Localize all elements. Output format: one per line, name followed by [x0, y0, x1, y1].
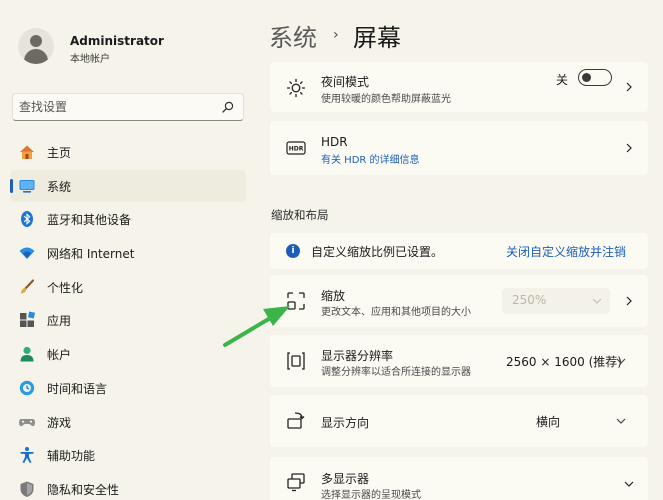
scale-dropdown[interactable]: 250%	[502, 288, 610, 314]
sidebar-item-label: 网络和 Internet	[47, 247, 135, 262]
info-message: 自定义缩放比例已设置。	[311, 245, 444, 259]
multiple-displays-card[interactable]: 多显示器 选择显示器的呈现模式	[270, 457, 648, 500]
scale-value: 250%	[512, 293, 547, 307]
chevron-down-icon	[616, 358, 626, 364]
section-heading: 缩放和布局	[271, 208, 329, 222]
orientation-value: 横向	[536, 415, 561, 429]
breadcrumb-parent[interactable]: 系统	[269, 18, 317, 53]
hdr-icon: HDR	[286, 141, 306, 155]
apps-icon	[20, 311, 36, 328]
resolution-subtitle: 调整分辨率以适合所连接的显示器	[321, 367, 471, 378]
chevron-down-icon[interactable]	[624, 479, 634, 489]
search-icon[interactable]	[221, 100, 235, 114]
search-input[interactable]	[19, 98, 219, 116]
orientation-card[interactable]: 显示方向 横向	[270, 395, 648, 447]
multiple-displays-title: 多显示器	[321, 472, 370, 486]
hdr-title: HDR	[321, 135, 348, 149]
search-box[interactable]	[12, 93, 244, 121]
orientation-icon	[287, 412, 305, 429]
sidebar-item-system[interactable]: 系统	[10, 169, 246, 202]
shield-icon	[20, 481, 34, 497]
hdr-card[interactable]: HDR HDR 有关 HDR 的详细信息	[270, 121, 648, 175]
custom-scale-info-bar: i 自定义缩放比例已设置。 关闭自定义缩放并注销	[270, 233, 648, 269]
active-indicator	[10, 178, 13, 193]
orientation-title: 显示方向	[321, 416, 370, 430]
night-light-state: 关	[556, 73, 569, 87]
sidebar-item-label: 时间和语言	[47, 381, 108, 396]
sidebar-item-label: 主页	[47, 146, 72, 160]
brightness-icon	[286, 78, 306, 98]
page-title: 屏幕	[353, 24, 401, 52]
scale-subtitle: 更改文本、应用和其他项目的大小	[321, 307, 471, 318]
hdr-info-link[interactable]: 有关 HDR 的详细信息	[321, 151, 420, 166]
sidebar-item-label: 隐私和安全性	[47, 482, 120, 497]
accessibility-icon	[20, 447, 34, 464]
resolution-icon	[287, 352, 305, 370]
night-light-card[interactable]: 夜间模式 使用较暖的颜色帮助屏蔽蓝光 关	[270, 62, 648, 112]
multiple-displays-subtitle: 选择显示器的呈现模式	[321, 490, 421, 500]
sidebar-item-network[interactable]: 网络和 Internet	[10, 237, 246, 269]
chevron-right-icon[interactable]	[624, 82, 634, 92]
account-icon	[20, 347, 34, 362]
resolution-title: 显示器分辨率	[321, 349, 394, 363]
home-icon	[20, 145, 34, 159]
chevron-right-icon[interactable]	[624, 143, 634, 153]
sidebar-item-label: 应用	[47, 314, 72, 329]
breadcrumb-separator: ›	[333, 27, 339, 43]
brush-icon	[21, 279, 35, 294]
night-light-subtitle: 使用较暖的颜色帮助屏蔽蓝光	[321, 94, 451, 105]
sidebar: Administrator 本地帐户 主页 系统	[0, 0, 258, 500]
resolution-value: 2560 × 1600 (推荐)	[506, 355, 622, 369]
sidebar-nav: 主页 系统 蓝牙和其他设备 网络和 Internet 个性化 应用 帐户 时间和…	[10, 136, 246, 500]
sidebar-item-home[interactable]: 主页	[10, 136, 246, 168]
system-icon	[19, 179, 35, 193]
gamepad-icon	[19, 418, 35, 426]
sidebar-item-label: 帐户	[47, 348, 72, 363]
orientation-dropdown[interactable]: 横向	[526, 408, 634, 434]
chevron-down-icon	[616, 418, 626, 424]
scale-title: 缩放	[321, 289, 346, 303]
multiple-displays-icon	[287, 473, 305, 492]
sidebar-item-apps[interactable]: 应用	[10, 304, 246, 336]
svg-text:HDR: HDR	[289, 146, 304, 153]
sidebar-item-bluetooth[interactable]: 蓝牙和其他设备	[10, 203, 246, 235]
night-light-toggle[interactable]	[578, 69, 612, 86]
chevron-right-icon[interactable]	[624, 296, 634, 306]
scale-icon	[287, 292, 305, 310]
sidebar-item-label: 系统	[47, 179, 72, 194]
sidebar-item-personalization[interactable]: 个性化	[10, 271, 246, 303]
resolution-dropdown[interactable]: 2560 × 1600 (推荐)	[496, 348, 634, 374]
user-account-type: 本地帐户	[70, 54, 110, 65]
scale-card[interactable]: 缩放 更改文本、应用和其他项目的大小 250%	[270, 275, 648, 327]
sidebar-item-label: 蓝牙和其他设备	[47, 213, 132, 228]
sidebar-item-time-language[interactable]: 时间和语言	[10, 372, 246, 404]
avatar[interactable]	[18, 28, 54, 64]
sidebar-item-accounts[interactable]: 帐户	[10, 338, 246, 370]
globe-clock-icon	[19, 380, 35, 396]
bluetooth-icon	[21, 211, 33, 228]
sidebar-item-privacy[interactable]: 隐私和安全性	[10, 473, 246, 500]
user-name: Administrator	[70, 34, 164, 48]
sidebar-item-label: 辅助功能	[47, 449, 96, 464]
info-icon: i	[286, 244, 300, 258]
disable-custom-scale-link[interactable]: 关闭自定义缩放并注销	[506, 243, 626, 260]
sidebar-item-label: 游戏	[47, 415, 72, 430]
sidebar-item-gaming[interactable]: 游戏	[10, 406, 246, 438]
night-light-title: 夜间模式	[321, 75, 370, 89]
wifi-icon	[19, 247, 35, 260]
resolution-card[interactable]: 显示器分辨率 调整分辨率以适合所连接的显示器 2560 × 1600 (推荐)	[270, 335, 648, 387]
chevron-down-icon	[592, 298, 602, 304]
sidebar-item-label: 个性化	[47, 280, 84, 295]
sidebar-item-accessibility[interactable]: 辅助功能	[10, 439, 246, 471]
